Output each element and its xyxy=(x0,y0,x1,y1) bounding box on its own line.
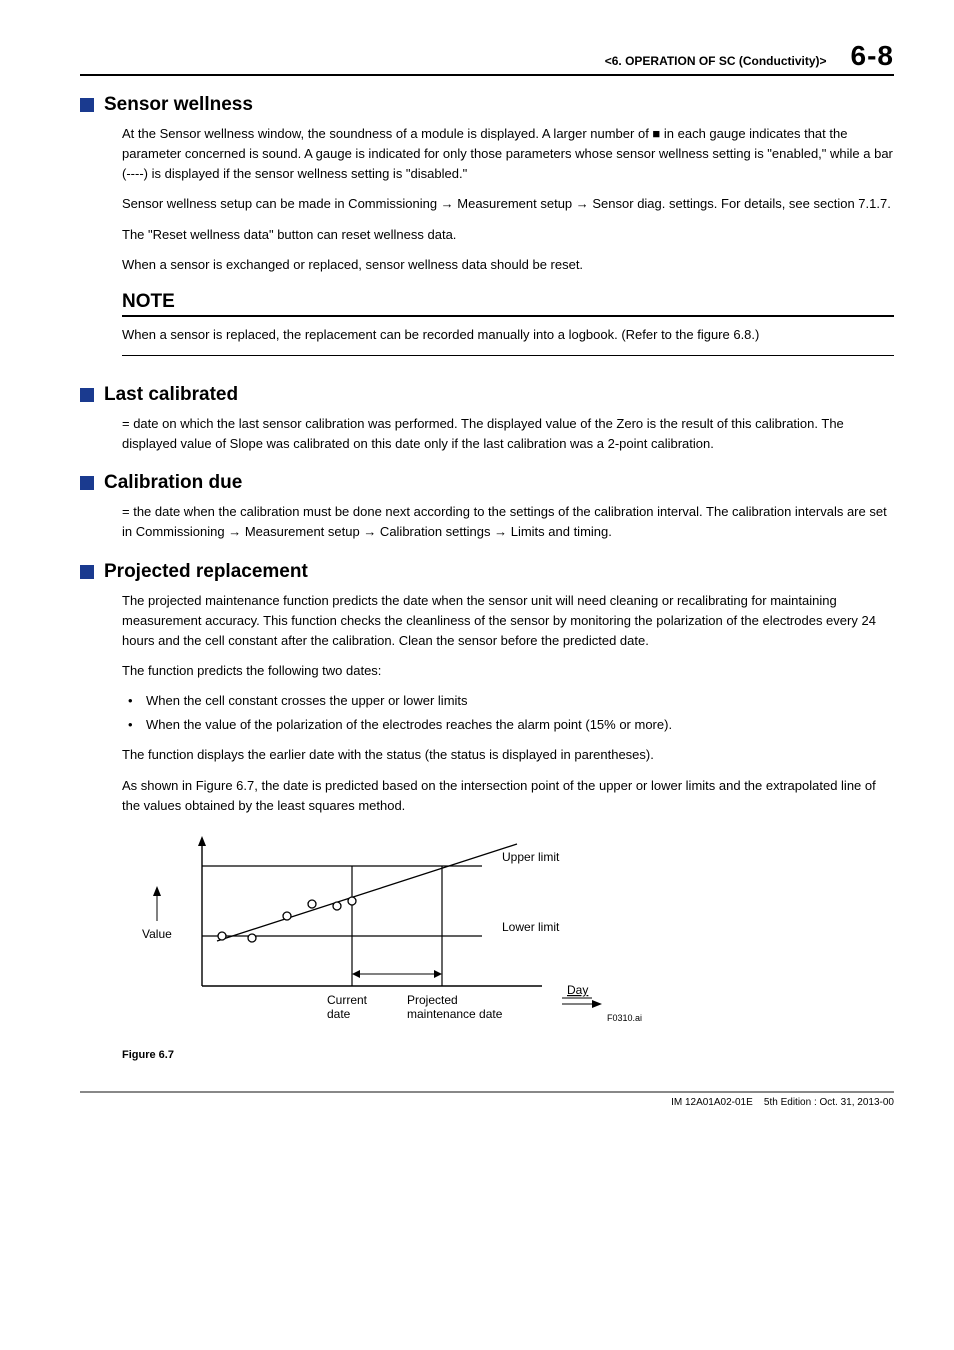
square-bullet-icon xyxy=(80,388,94,402)
section-title: <6. OPERATION OF SC (Conductivity)> xyxy=(80,54,851,68)
label-projected-l1: Projected xyxy=(407,993,458,1007)
figure-caption: Figure 6.7 xyxy=(122,1049,894,1061)
list-item: When the value of the polarization of th… xyxy=(146,715,894,735)
axis-label-day: Day xyxy=(567,983,588,997)
body-paragraph: Sensor wellness setup can be made in Com… xyxy=(80,194,894,214)
footer-divider xyxy=(80,1091,894,1093)
page-footer: IM 12A01A02-01E 5th Edition : Oct. 31, 2… xyxy=(80,1091,894,1108)
axis-label-value: Value xyxy=(142,927,172,941)
label-upper-limit: Upper limit xyxy=(502,850,560,864)
label-current-date-l2: date xyxy=(327,1007,351,1021)
heading-last-calibrated: Last calibrated xyxy=(80,384,894,406)
bullet-list: When the cell constant crosses the upper… xyxy=(80,691,894,735)
body-paragraph: As shown in Figure 6.7, the date is pred… xyxy=(80,776,894,816)
figure-code: F0310.ai xyxy=(607,1013,642,1023)
list-item: When the cell constant crosses the upper… xyxy=(146,691,894,711)
footer-doc-id: IM 12A01A02-01E xyxy=(671,1097,753,1108)
label-lower-limit: Lower limit xyxy=(502,920,560,934)
body-paragraph: The function predicts the following two … xyxy=(80,661,894,681)
note-heading: NOTE xyxy=(122,291,894,313)
square-bullet-icon xyxy=(80,98,94,112)
heading-calibration-due: Calibration due xyxy=(80,472,894,494)
label-projected-l2: maintenance date xyxy=(407,1007,503,1021)
heading-sensor-wellness: Sensor wellness xyxy=(80,94,894,116)
heading-text: Sensor wellness xyxy=(104,94,253,116)
body-paragraph: = date on which the last sensor calibrat… xyxy=(80,414,894,454)
heading-text: Calibration due xyxy=(104,472,242,494)
page-number: 6-8 xyxy=(851,40,894,72)
note-divider-bottom xyxy=(122,355,894,356)
body-paragraph: The function displays the earlier date w… xyxy=(80,745,894,765)
heading-text: Last calibrated xyxy=(104,384,238,406)
label-current-date-l1: Current xyxy=(327,993,368,1007)
footer-edition: 5th Edition : Oct. 31, 2013-00 xyxy=(764,1097,894,1108)
body-paragraph: When a sensor is exchanged or replaced, … xyxy=(80,255,894,275)
figure-svg: Value Upper limit Lower limit Current da… xyxy=(122,826,682,1036)
heading-projected-replacement: Projected replacement xyxy=(80,561,894,583)
square-bullet-icon xyxy=(80,476,94,490)
figure-6-7: Value Upper limit Lower limit Current da… xyxy=(80,826,894,1061)
square-bullet-icon xyxy=(80,565,94,579)
body-paragraph: The "Reset wellness data" button can res… xyxy=(80,225,894,245)
note-divider-top xyxy=(122,315,894,317)
body-paragraph: At the Sensor wellness window, the sound… xyxy=(80,124,894,184)
heading-text: Projected replacement xyxy=(104,561,308,583)
note-body: When a sensor is replaced, the replaceme… xyxy=(80,325,894,345)
body-paragraph: The projected maintenance function predi… xyxy=(80,591,894,651)
body-paragraph: = the date when the calibration must be … xyxy=(80,502,894,542)
page-header: <6. OPERATION OF SC (Conductivity)> 6-8 xyxy=(80,40,894,76)
